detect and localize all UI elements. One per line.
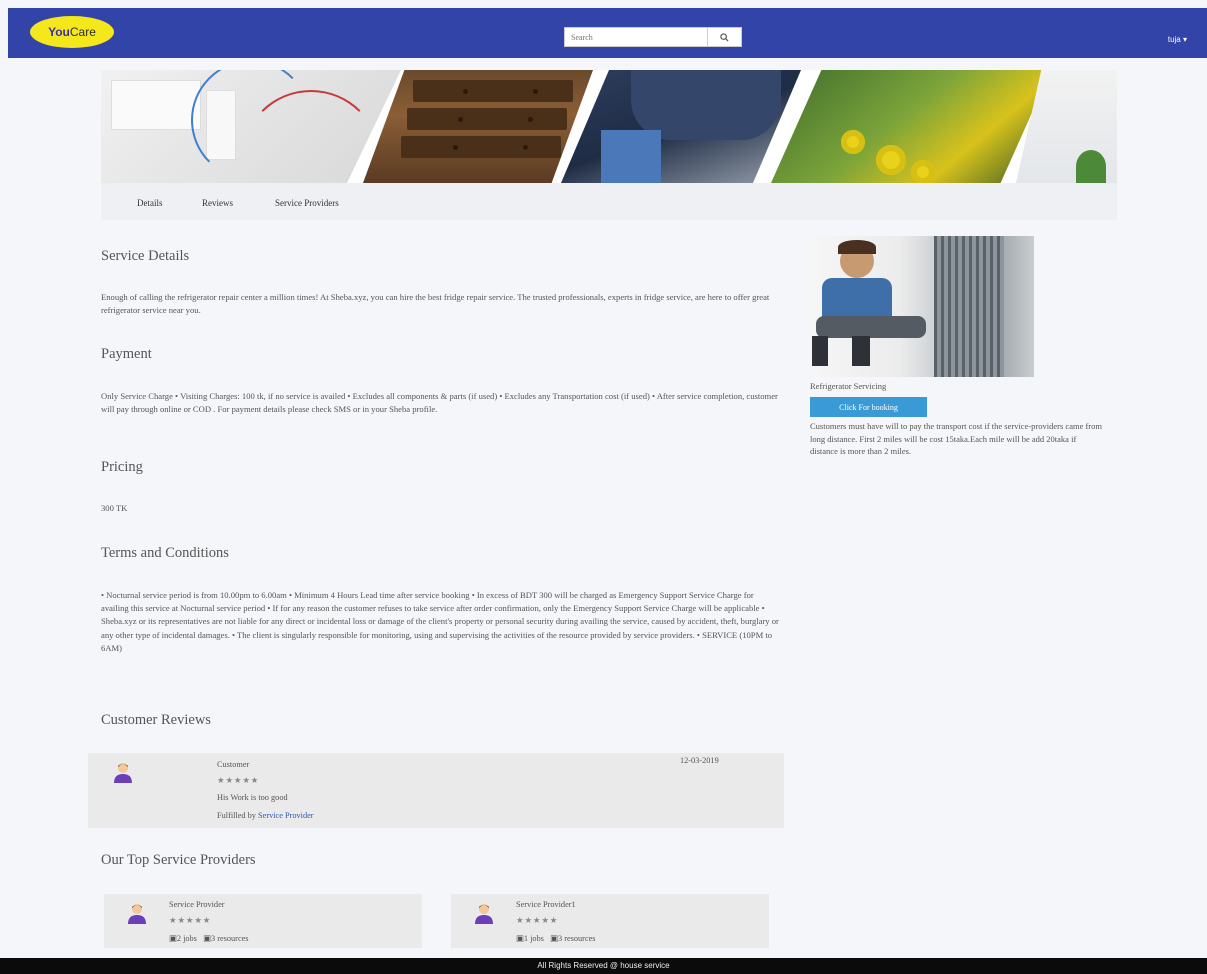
provider-resources: 3 resources xyxy=(210,934,249,943)
service-details-text: Enough of calling the refrigerator repai… xyxy=(101,292,770,316)
customer-reviews-heading: Customer Reviews xyxy=(101,712,211,728)
reviewer-name: Customer xyxy=(217,760,250,769)
search-button[interactable] xyxy=(708,27,742,47)
provider-rating: ★★★★★ xyxy=(516,916,559,925)
customer-avatar-icon xyxy=(114,763,132,783)
resources-icon: ▣ xyxy=(203,934,211,943)
review-fulfilled: Fulfilled by Service Provider xyxy=(217,811,314,820)
detail-tabs: Details Reviews Service Providers xyxy=(101,183,1117,220)
banner-panel-electrical xyxy=(101,70,401,183)
service-caption: Refrigerator Servicing xyxy=(810,381,887,391)
banner-panel-furniture xyxy=(363,70,593,183)
logo-text-care: Care xyxy=(69,25,96,39)
fulfilled-provider-link[interactable]: Service Provider xyxy=(258,811,314,820)
resources-icon: ▣ xyxy=(550,934,558,943)
review-rating: ★★★★★ xyxy=(217,776,260,785)
transport-note: Customers must have will to pay the tran… xyxy=(810,421,1102,456)
review-date: 12-03-2019 xyxy=(680,756,719,765)
jobs-icon: ▣ xyxy=(516,934,524,943)
search-form xyxy=(564,27,742,47)
top-navbar: YouCare tuja ▾ xyxy=(8,8,1207,58)
jobs-icon: ▣ xyxy=(169,934,177,943)
review-comment: His Work is too good xyxy=(217,793,288,802)
tab-details[interactable]: Details xyxy=(137,198,163,208)
provider-rating: ★★★★★ xyxy=(169,916,212,925)
provider-name: Service Provider xyxy=(169,900,225,909)
hero-banner xyxy=(101,70,1117,183)
provider-card[interactable]: Service Provider1 ★★★★★ ▣1 jobs ▣3 resou… xyxy=(451,894,769,948)
brand-logo[interactable]: YouCare xyxy=(30,16,114,48)
pricing-text: 300 TK xyxy=(101,503,128,513)
provider-stats: ▣2 jobs ▣3 resources xyxy=(169,933,249,943)
provider-name: Service Provider1 xyxy=(516,900,576,909)
terms-text: • Nocturnal service period is from 10.00… xyxy=(101,590,779,653)
provider-jobs: 2 jobs xyxy=(176,934,197,943)
payment-text: Only Service Charge • Visiting Charges: … xyxy=(101,391,778,415)
top-providers-heading: Our Top Service Providers xyxy=(101,852,256,868)
provider-avatar-icon xyxy=(128,904,146,924)
pricing-heading: Pricing xyxy=(101,459,143,475)
provider-avatar-icon xyxy=(475,904,493,924)
tab-service-providers[interactable]: Service Providers xyxy=(275,198,339,208)
search-icon xyxy=(720,32,729,42)
provider-card[interactable]: Service Provider ★★★★★ ▣2 jobs ▣3 resour… xyxy=(104,894,422,948)
provider-stats: ▣1 jobs ▣3 resources xyxy=(516,933,596,943)
banner-panel-garden xyxy=(771,70,1051,183)
booking-button[interactable]: Click For booking xyxy=(810,397,927,417)
user-menu-dropdown[interactable]: tuja ▾ xyxy=(1168,35,1187,44)
terms-heading: Terms and Conditions xyxy=(101,545,229,561)
review-card: Customer ★★★★★ His Work is too good Fulf… xyxy=(88,753,784,828)
search-input[interactable] xyxy=(564,27,708,47)
service-image xyxy=(810,236,1034,377)
logo-text-you: You xyxy=(48,25,70,39)
provider-resources: 3 resources xyxy=(557,934,596,943)
payment-heading: Payment xyxy=(101,346,152,362)
tab-reviews[interactable]: Reviews xyxy=(202,198,233,208)
provider-jobs: 1 jobs xyxy=(523,934,544,943)
page-footer: All Rights Reserved @ house service xyxy=(0,958,1207,974)
fulfilled-label: Fulfilled by xyxy=(217,811,256,820)
service-details-heading: Service Details xyxy=(101,248,190,264)
banner-panel-worker xyxy=(561,70,801,183)
